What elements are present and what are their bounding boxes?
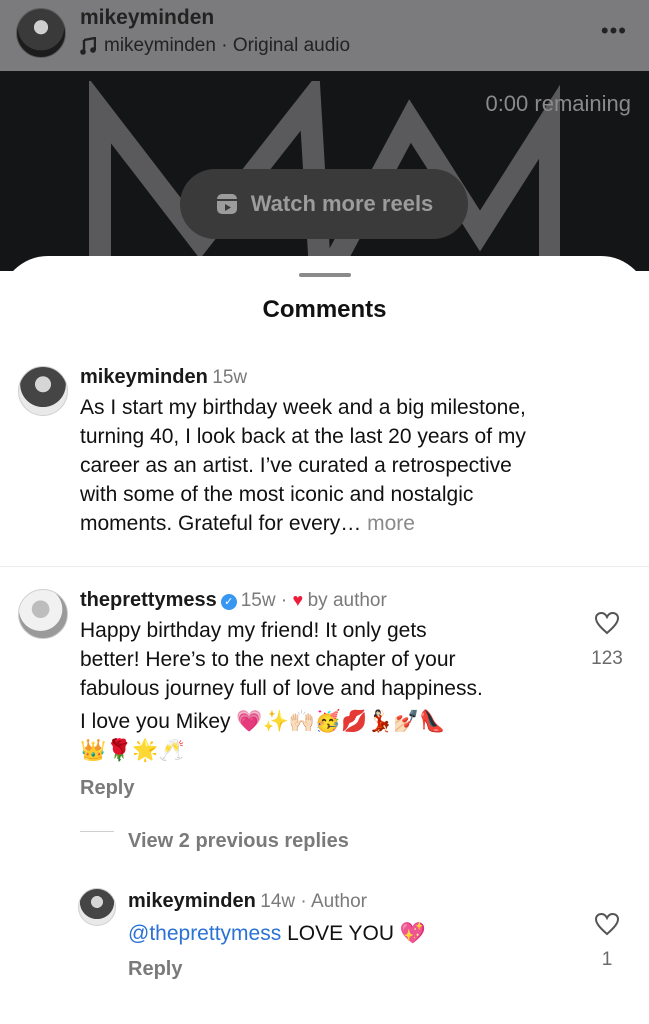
like-count: 1 [601, 949, 613, 970]
caption-line: turning 40, I look back at the last 20 y… [80, 425, 526, 448]
heart-icon: ♥ [292, 590, 304, 610]
more-link[interactable]: more [367, 512, 415, 535]
comment-username[interactable]: theprettymess [80, 589, 217, 611]
avatar[interactable] [78, 888, 116, 926]
reply-username[interactable]: mikeyminden [128, 890, 256, 912]
avatar[interactable] [16, 8, 66, 58]
verified-badge-icon: ✓ [220, 594, 237, 610]
avatar[interactable] [18, 589, 68, 639]
author-label: Author [310, 891, 367, 912]
sheet-grabber[interactable] [299, 273, 351, 277]
caption-username[interactable]: mikeyminden [80, 366, 208, 388]
comment-line: Happy birthday my friend! It only gets [80, 619, 427, 642]
comment-line: better! Here’s to the next chapter of yo… [80, 648, 456, 671]
reel-header: mikeyminden mikeyminden · Original audio… [0, 0, 649, 71]
reply-text: @theprettymess LOVE YOU 💖 [128, 919, 568, 948]
reply-button[interactable]: Reply [80, 777, 580, 800]
like-count: 123 [591, 648, 623, 669]
reply-block: mikeyminden 14w · Author @theprettymess … [128, 890, 568, 981]
replies-line [80, 831, 114, 832]
comment-line: I love you Mikey 💗✨🙌🏻🥳💋💃🏻💅🏻👠 [80, 710, 446, 733]
meta-separator: · [275, 590, 293, 611]
audio-label: mikeyminden · Original audio [104, 35, 351, 56]
caption-line: with some of the most iconic and nostalg… [80, 483, 474, 506]
caption-line: career as an artist. I’ve curated a retr… [80, 454, 512, 477]
reply-age: 14w [260, 891, 296, 912]
comment-age: 15w [240, 590, 276, 611]
caption-text: As I start my birthday week and a big mi… [80, 393, 630, 538]
comment-line: fabulous journey full of love and happin… [80, 677, 483, 700]
meta-separator: · [295, 891, 311, 912]
time-remaining: 0:00 remaining [485, 91, 631, 116]
liked-by-author: by author [307, 590, 387, 611]
sheet-title: Comments [262, 296, 387, 323]
reply-message: LOVE YOU 💖 [287, 922, 427, 945]
caption-line: moments. Grateful for every… more [80, 509, 630, 538]
avatar[interactable] [18, 366, 68, 416]
mention-link[interactable]: @theprettymess [128, 922, 281, 945]
header-username[interactable]: mikeyminden [80, 6, 214, 30]
more-horizontal-icon[interactable]: ••• [601, 20, 627, 42]
divider [0, 566, 649, 567]
like-column: 1 [577, 912, 637, 971]
reel-video[interactable]: 0:00 remaining Watch more reels [0, 71, 649, 271]
comment-text: Happy birthday my friend! It only gets b… [80, 616, 580, 765]
caption-block: mikeyminden 15w As I start my birthday w… [80, 366, 630, 538]
caption-line-text: moments. Grateful for every… [80, 512, 362, 535]
comment-block: theprettymess ✓ 15w · ♥ by author Happy bi… [80, 589, 580, 800]
music-note-icon [80, 37, 96, 55]
comments-sheet: Comments mikeyminden 15w As I start my b… [0, 256, 649, 1024]
view-replies-button[interactable]: View 2 previous replies [128, 830, 349, 853]
watch-more-label: Watch more reels [250, 191, 434, 216]
watch-more-reels-button[interactable]: Watch more reels [180, 169, 468, 239]
heart-outline-icon[interactable] [594, 611, 620, 635]
like-column: 123 [577, 611, 637, 670]
reply-button[interactable]: Reply [128, 958, 568, 981]
caption-age: 15w [212, 367, 248, 388]
reels-icon [216, 194, 237, 214]
heart-outline-icon[interactable] [594, 912, 620, 936]
caption-line: As I start my birthday week and a big mi… [80, 396, 526, 419]
audio-link[interactable]: mikeyminden · Original audio [80, 35, 350, 57]
comment-line: 👑🌹🌟🥂 [80, 739, 185, 762]
